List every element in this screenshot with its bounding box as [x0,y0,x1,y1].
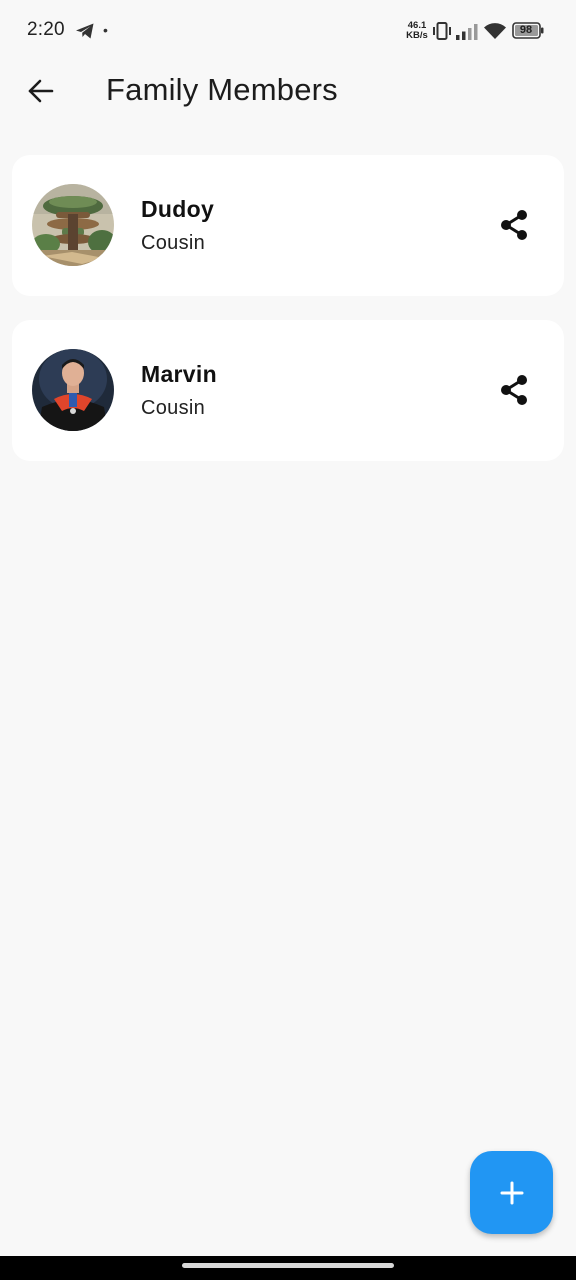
member-list: Dudoy Cousin Marvin Cousin [12,155,564,485]
member-relation: Cousin [141,232,206,254]
add-member-button[interactable] [470,1151,553,1234]
battery-icon: 98 [512,22,544,39]
wifi-icon [484,23,506,39]
app-bar: Family Members [0,62,576,120]
status-time: 2:20 [27,19,65,40]
system-nav-bar [0,1256,576,1280]
status-bar: 2:20 • 46.1 KB/s 98 [0,0,576,62]
member-relation: Cousin [141,397,206,419]
back-button[interactable] [18,68,64,114]
avatar-marvin [32,349,114,431]
share-button[interactable] [490,366,538,414]
vibrate-icon [433,22,451,40]
network-speed-unit: KB/s [406,30,428,41]
plus-icon [500,1181,523,1204]
member-card-marvin[interactable]: Marvin Cousin [12,320,564,461]
status-dot: • [103,22,108,38]
share-button[interactable] [490,201,538,249]
network-speed: 46.1 KB/s [404,21,430,41]
share-icon [501,210,527,240]
battery-level: 98 [519,24,533,36]
member-card-dudoy[interactable]: Dudoy Cousin [12,155,564,296]
page-title: Family Members [106,72,338,107]
signal-icon [456,24,478,40]
home-gesture-handle[interactable] [182,1263,394,1268]
member-name: Marvin [141,361,217,387]
telegram-icon [76,23,94,39]
member-name: Dudoy [141,196,215,222]
arrow-left-icon [28,79,54,103]
family-members-screen: 2:20 • 46.1 KB/s 98 Family Members Dudoy… [0,0,576,1280]
avatar-dudoy [32,184,114,266]
share-icon [501,375,527,405]
